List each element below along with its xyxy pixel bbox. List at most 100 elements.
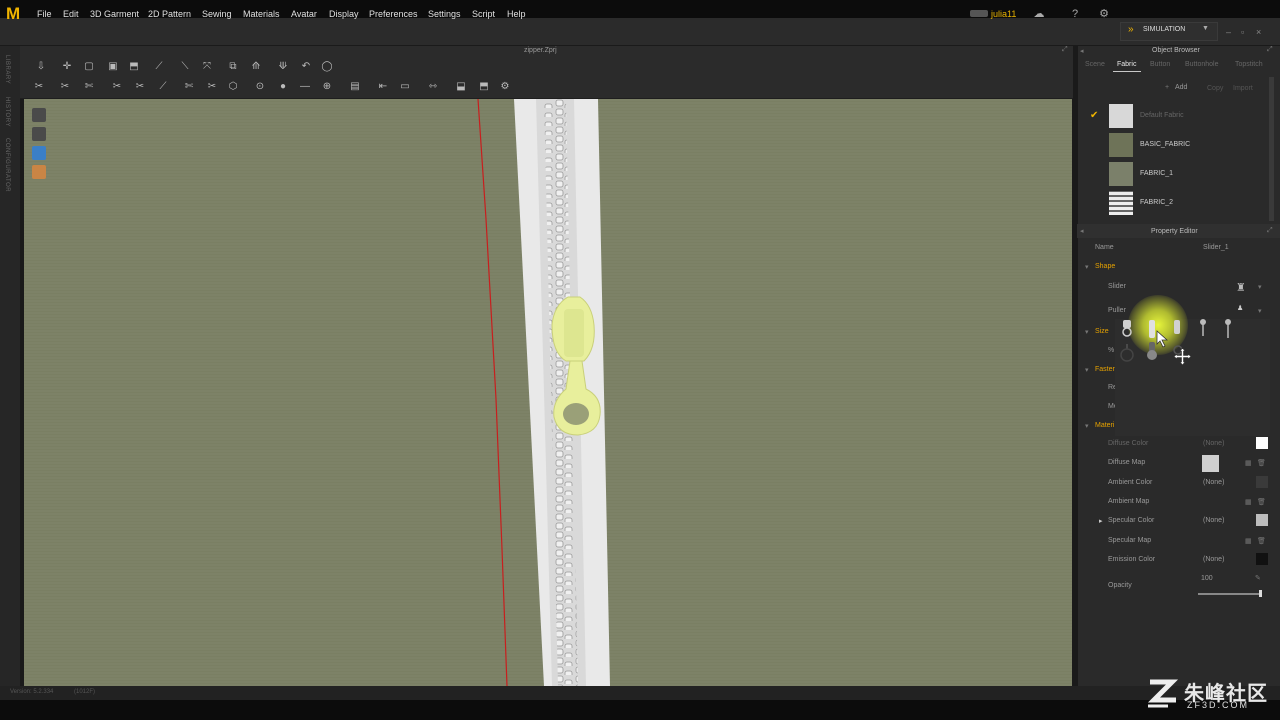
add-fabric-button[interactable]: Add: [1175, 84, 1187, 91]
close-icon[interactable]: ×: [1256, 27, 1261, 37]
user-name[interactable]: julia11: [991, 9, 1016, 19]
delete-map-icon[interactable]: 🗑: [1257, 537, 1266, 545]
toolbar-tool-icon[interactable]: ✂: [205, 81, 219, 93]
toolbar-tool-icon[interactable]: ✂: [32, 81, 46, 93]
toolbar-tool-icon[interactable]: ▤: [348, 81, 362, 93]
toolbar-tool-icon[interactable]: ⇩: [34, 61, 48, 73]
copy-fabric-button[interactable]: Copy: [1207, 85, 1223, 92]
toolbar-tool-icon[interactable]: ⤧: [200, 61, 214, 73]
menu-script[interactable]: Script: [472, 9, 495, 19]
expand-arrow-icon[interactable]: ▾: [1085, 366, 1089, 374]
menu-edit[interactable]: Edit: [63, 9, 79, 19]
toolbar-tool-icon[interactable]: ✂: [110, 81, 124, 93]
fabric-swatch[interactable]: [1109, 191, 1133, 215]
opacity-value[interactable]: 100: [1201, 575, 1213, 582]
menu-materials[interactable]: Materials: [243, 9, 280, 19]
toolbar-tool-icon[interactable]: —: [298, 81, 312, 93]
ambient-color-swatch[interactable]: [1256, 476, 1268, 488]
expand-arrow-icon[interactable]: ▸: [1099, 517, 1103, 525]
slider-dropdown-icon[interactable]: ▾: [1258, 283, 1262, 291]
section-size[interactable]: Size: [1095, 328, 1109, 335]
slider-thumbnail-icon[interactable]: ♜: [1236, 281, 1246, 294]
puller-dropdown-icon[interactable]: ▾: [1258, 307, 1262, 315]
menu-3d-garment[interactable]: 3D Garment: [90, 9, 139, 19]
edit-pencil-icon[interactable]: ✎: [1255, 574, 1261, 582]
fabric-name[interactable]: BASIC_FABRIC: [1140, 141, 1190, 148]
property-editor-expand-icon[interactable]: ⤢: [1267, 227, 1273, 235]
maximize-icon[interactable]: ▫: [1241, 27, 1244, 37]
mode-dropdown-icon[interactable]: ▼: [1202, 25, 1209, 32]
toolbar-tool-icon[interactable]: ✄: [82, 81, 96, 93]
zipper-3d[interactable]: [514, 99, 610, 686]
toolbar-tool-icon[interactable]: ⟱: [276, 61, 290, 73]
toolbar-tool-icon[interactable]: ⊙: [253, 81, 267, 93]
toolbar-tool-icon[interactable]: ⟍: [178, 61, 192, 73]
section-material[interactable]: Materi: [1095, 422, 1114, 429]
menu-display[interactable]: Display: [329, 9, 359, 19]
puller-thumbnail-icon[interactable]: ♟: [1237, 304, 1243, 312]
toolbar-tool-icon[interactable]: ◯: [320, 61, 334, 73]
map-grid-icon[interactable]: ▦: [1245, 498, 1252, 506]
toolbar-tool-icon[interactable]: ✂: [133, 81, 147, 93]
toolbar-tool-icon[interactable]: ✂: [58, 81, 72, 93]
name-value[interactable]: Slider_1: [1203, 244, 1229, 251]
delete-map-icon[interactable]: 🗑: [1257, 459, 1266, 467]
menu-help[interactable]: Help: [507, 9, 526, 19]
fabric-swatch[interactable]: [1109, 104, 1133, 128]
map-grid-icon[interactable]: ▦: [1245, 459, 1252, 467]
library-tab[interactable]: LIBRARY: [4, 55, 10, 84]
toolbar-tool-icon[interactable]: ⇿: [426, 81, 440, 93]
object-browser-scrollbar[interactable]: [1269, 77, 1274, 221]
user-avatar[interactable]: [970, 10, 988, 17]
toolbar-tool-icon[interactable]: ⬒: [477, 81, 491, 93]
emission-color-swatch[interactable]: [1256, 553, 1268, 565]
view-skin-icon[interactable]: [32, 165, 46, 179]
diffuse-color-swatch[interactable]: [1256, 437, 1268, 449]
toolbar-tool-icon[interactable]: ⟋: [152, 61, 166, 73]
puller-option-5[interactable]: [1225, 319, 1231, 338]
view-garment-icon[interactable]: [32, 127, 46, 141]
menu-preferences[interactable]: Preferences: [369, 9, 418, 19]
delete-map-icon[interactable]: 🗑: [1257, 498, 1266, 506]
toolbar-tool-icon[interactable]: ✛: [60, 61, 74, 73]
import-fabric-button[interactable]: Import: [1233, 85, 1253, 92]
toolbar-tool-icon[interactable]: ↶: [299, 61, 313, 73]
map-grid-icon[interactable]: ▦: [1245, 537, 1252, 545]
toolbar-tool-icon[interactable]: ⬒: [127, 61, 141, 73]
menu-sewing[interactable]: Sewing: [202, 9, 232, 19]
cloud-icon[interactable]: ☁: [1031, 6, 1047, 22]
specular-color-swatch[interactable]: [1256, 514, 1268, 526]
toolbar-tool-icon[interactable]: ⚙: [498, 81, 512, 93]
tab-scene[interactable]: Scene: [1085, 61, 1105, 68]
tab-topstitch[interactable]: Topstitch: [1235, 61, 1263, 68]
fabric-name[interactable]: FABRIC_1: [1140, 170, 1173, 177]
help-icon[interactable]: ?: [1067, 6, 1083, 22]
puller-option-6[interactable]: [1120, 344, 1134, 362]
app-logo-icon[interactable]: M: [6, 5, 24, 23]
toolbar-tool-icon[interactable]: ⬓: [454, 81, 468, 93]
menu-file[interactable]: File: [37, 9, 52, 19]
tab-fabric[interactable]: Fabric: [1117, 61, 1136, 68]
fabric-swatch[interactable]: [1109, 133, 1133, 157]
toolbar-tool-icon[interactable]: ●: [276, 81, 290, 93]
puller-option-4[interactable]: [1200, 319, 1206, 336]
toolbar-tool-icon[interactable]: ▣: [106, 61, 120, 73]
toolbar-tool-icon[interactable]: ▭: [398, 81, 412, 93]
menu-2d-pattern[interactable]: 2D Pattern: [148, 9, 191, 19]
history-tab[interactable]: HISTORY: [4, 97, 10, 127]
diffuse-map-thumbnail[interactable]: [1202, 455, 1219, 472]
panel-collapse-icon[interactable]: ◂: [1080, 47, 1084, 55]
toolbar-tool-icon[interactable]: ✄: [182, 81, 196, 93]
section-fastener[interactable]: Faster: [1095, 366, 1115, 373]
expand-arrow-icon[interactable]: ▾: [1085, 422, 1089, 430]
puller-option-1[interactable]: [1122, 320, 1132, 337]
expand-arrow-icon[interactable]: ▾: [1085, 263, 1089, 271]
fabric-name[interactable]: Default Fabric: [1140, 112, 1184, 119]
minimize-icon[interactable]: –: [1226, 27, 1231, 37]
toolbar-tool-icon[interactable]: ⬡: [226, 81, 240, 93]
expand-arrow-icon[interactable]: ▾: [1085, 328, 1089, 336]
opacity-slider-handle[interactable]: [1259, 590, 1262, 597]
fabric-swatch[interactable]: [1109, 162, 1133, 186]
tab-button[interactable]: Button: [1150, 61, 1170, 68]
toolbar-tool-icon[interactable]: ▢: [82, 61, 96, 73]
